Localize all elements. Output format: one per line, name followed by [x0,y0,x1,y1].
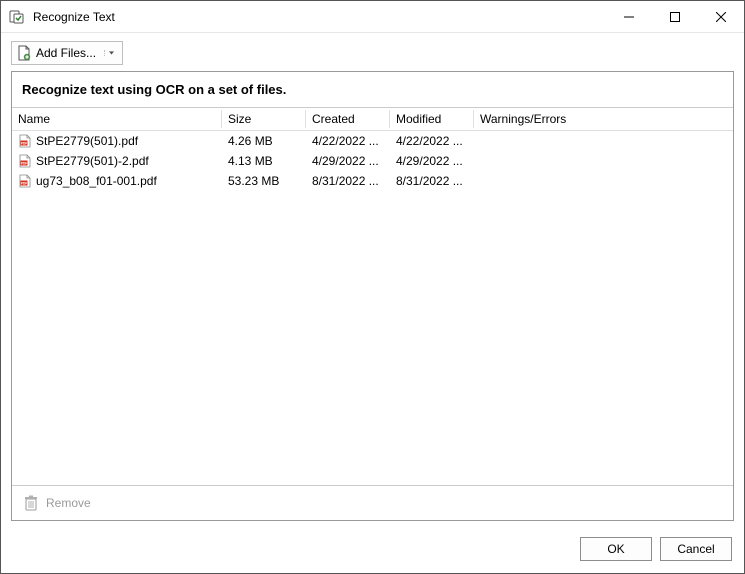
maximize-button[interactable] [652,1,698,32]
file-created: 4/22/2022 ... [306,134,390,148]
ok-button[interactable]: OK [580,537,652,561]
file-created: 4/29/2022 ... [306,154,390,168]
svg-text:PDF: PDF [21,181,27,185]
table-row[interactable]: PDF ug73_b08_f01-001.pdf 53.23 MB 8/31/2… [12,171,733,191]
file-name: StPE2779(501)-2.pdf [36,154,149,168]
close-button[interactable] [698,1,744,32]
column-header-modified[interactable]: Modified [390,110,474,128]
file-table: Name Size Created Modified Warnings/Erro… [12,107,733,485]
window-title: Recognize Text [33,10,115,24]
pdf-icon: PDF [18,174,32,188]
table-row[interactable]: PDF StPE2779(501).pdf 4.26 MB 4/22/2022 … [12,131,733,151]
dialog-window: Recognize Text [0,0,745,574]
file-size: 4.13 MB [222,154,306,168]
add-files-label: Add Files... [36,46,96,60]
content-panel: Recognize text using OCR on a set of fil… [11,71,734,521]
add-files-dropdown-icon[interactable] [104,50,114,56]
button-bar: OK Cancel [1,531,744,573]
panel-heading: Recognize text using OCR on a set of fil… [12,72,733,107]
file-created: 8/31/2022 ... [306,174,390,188]
window-controls [606,1,744,32]
column-header-name[interactable]: Name [12,110,222,128]
column-header-created[interactable]: Created [306,110,390,128]
minimize-button[interactable] [606,1,652,32]
table-row[interactable]: PDF StPE2779(501)-2.pdf 4.13 MB 4/29/202… [12,151,733,171]
toolbar: Add Files... [1,33,744,71]
cancel-button[interactable]: Cancel [660,537,732,561]
file-modified: 8/31/2022 ... [390,174,474,188]
add-file-icon [16,45,32,61]
file-modified: 4/29/2022 ... [390,154,474,168]
svg-text:PDF: PDF [21,161,27,165]
pdf-icon: PDF [18,134,32,148]
remove-bar: Remove [12,485,733,520]
column-header-warnings[interactable]: Warnings/Errors [474,110,733,128]
trash-icon [22,494,40,512]
pdf-icon: PDF [18,154,32,168]
file-name: StPE2779(501).pdf [36,134,138,148]
remove-button[interactable]: Remove [46,496,91,510]
app-icon [9,9,25,25]
file-rows: PDF StPE2779(501).pdf 4.26 MB 4/22/2022 … [12,130,733,485]
svg-text:PDF: PDF [21,141,27,145]
column-header-size[interactable]: Size [222,110,306,128]
file-name: ug73_b08_f01-001.pdf [36,174,157,188]
file-size: 53.23 MB [222,174,306,188]
column-headers: Name Size Created Modified Warnings/Erro… [12,108,733,130]
title-bar: Recognize Text [1,1,744,33]
file-size: 4.26 MB [222,134,306,148]
add-files-button[interactable]: Add Files... [11,41,123,65]
file-modified: 4/22/2022 ... [390,134,474,148]
